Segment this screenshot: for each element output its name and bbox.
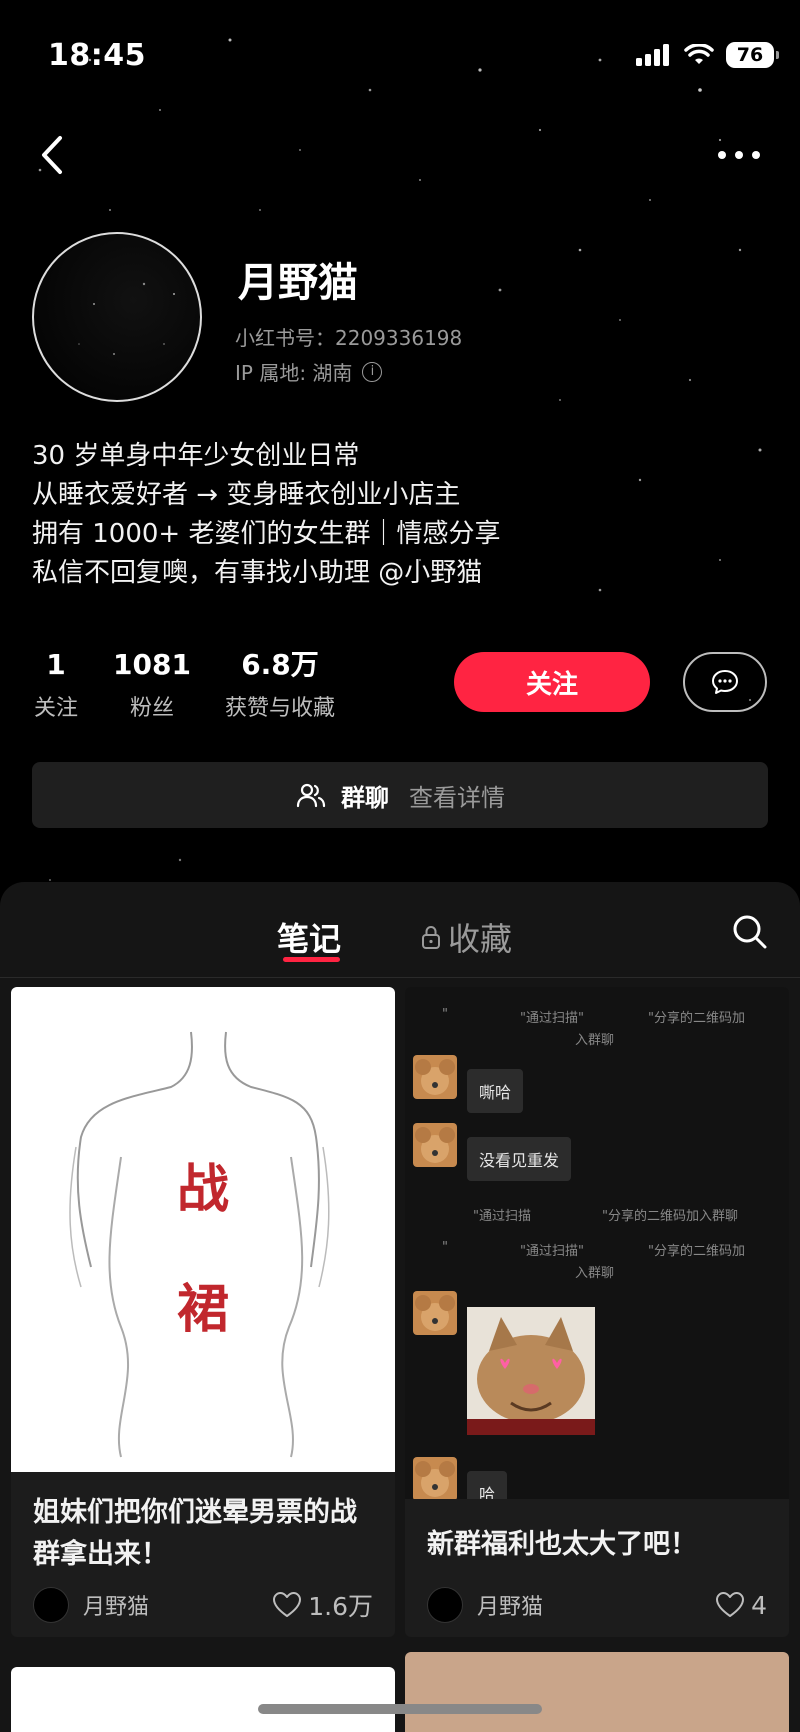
tab-active-indicator — [283, 957, 340, 962]
note-cover-image: " "通过扫描" "分享的二维码加 入群聊 嘶哈 没看见重发 "通过扫描 "分享… — [405, 987, 789, 1499]
status-icons: 76 — [636, 42, 779, 68]
stat-label: 粉丝 — [129, 696, 174, 721]
cat-sticker-image — [467, 1307, 595, 1435]
note-likes[interactable]: 4 — [715, 1591, 767, 1620]
body-sketch-image — [69, 1031, 330, 1458]
bio-line: 拥有 1000+ 老婆们的女生群｜情感分享 — [32, 519, 501, 549]
tab-collections[interactable]: 收藏 — [420, 914, 512, 960]
group-chat-detail-link[interactable]: 查看详情 — [409, 778, 505, 813]
jerry-avatar — [413, 1123, 457, 1167]
bio-line: 30 岁单身中年少女创业日常 — [32, 441, 360, 471]
tabs-divider — [0, 977, 800, 978]
chat-message-row: 嘶哈 — [413, 1055, 524, 1113]
chat-bubble: 没看见重发 — [467, 1137, 572, 1181]
cellular-signal-icon — [636, 44, 669, 66]
profile-name: 月野猫 — [238, 260, 358, 306]
chat-system-text: "分享的二维码加 — [648, 1011, 745, 1026]
note-author[interactable]: 月野猫 — [33, 1587, 149, 1623]
note-card-partial[interactable] — [405, 1652, 789, 1732]
note-title: 姐妹们把你们迷晕男票的战群拿出来！ — [33, 1497, 357, 1570]
bio-line: 私信不回复噢，有事找小助理 @小野猫 — [32, 558, 483, 588]
chat-message-row: 没看见重发 — [413, 1123, 572, 1181]
note-card[interactable]: " "通过扫描" "分享的二维码加 入群聊 嘶哈 没看见重发 "通过扫描 "分享… — [405, 987, 789, 1637]
notes-content-panel: 笔记 收藏 战 裙 姐妹们把你们迷晕男票的战群拿出来！ 月野猫 1.6万 " "… — [0, 882, 800, 1732]
note-meta: 月野猫 1.6万 — [33, 1587, 373, 1623]
stat-label: 获赞与收藏 — [224, 696, 335, 721]
note-likes[interactable]: 1.6万 — [272, 1587, 373, 1623]
chat-system-text: "分享的二维码加 — [648, 1244, 745, 1259]
stat-value: 1 — [46, 648, 66, 681]
chat-bubble: 嘶哈 — [467, 1069, 524, 1113]
search-icon[interactable] — [730, 912, 770, 952]
lock-icon — [422, 926, 440, 949]
red-id[interactable]: 小红书号：2209336198 — [235, 322, 462, 351]
author-name: 月野猫 — [477, 1595, 544, 1620]
more-options-icon[interactable] — [714, 140, 764, 170]
status-time: 18:45 — [48, 38, 146, 73]
stat-value: 6.8万 — [241, 648, 319, 681]
heart-icon — [716, 1592, 745, 1617]
group-users-icon — [296, 783, 326, 808]
chat-message-row: 哈 — [413, 1457, 508, 1499]
author-avatar — [427, 1587, 463, 1623]
cover-word: 裙 — [177, 1279, 230, 1340]
jerry-avatar — [413, 1291, 457, 1335]
battery-indicator: 76 — [726, 42, 779, 68]
note-author[interactable]: 月野猫 — [427, 1587, 543, 1623]
ip-location-text: IP 属地: 湖南 — [235, 361, 353, 385]
chat-bubble: 哈 — [467, 1471, 508, 1499]
heart-icon — [273, 1592, 302, 1617]
ip-location: IP 属地: 湖南 i — [235, 357, 383, 386]
note-card[interactable]: 战 裙 姐妹们把你们迷晕男票的战群拿出来！ 月野猫 1.6万 — [11, 987, 395, 1637]
likes-count: 1.6万 — [308, 1592, 373, 1621]
note-title: 新群福利也太大了吧！ — [427, 1529, 697, 1560]
chat-bubble-icon — [712, 670, 738, 694]
chat-system-text: 入群聊 — [575, 1266, 615, 1281]
avatar-stars-image — [78, 282, 175, 355]
chat-system-text: "通过扫描" — [520, 1011, 584, 1026]
chat-system-text: " — [442, 1007, 448, 1022]
group-chat-bar[interactable]: 群聊 查看详情 — [32, 762, 768, 828]
follow-button[interactable]: 关注 — [454, 652, 650, 712]
stat-value: 1081 — [113, 648, 191, 681]
group-chat-title: 群聊 — [341, 783, 389, 812]
wifi-icon — [684, 44, 714, 64]
note-card-partial[interactable] — [11, 1667, 395, 1732]
back-chevron-icon[interactable] — [34, 130, 74, 180]
chat-system-text: 入群聊 — [575, 1033, 615, 1048]
chat-system-text: " — [442, 1240, 448, 1255]
note-cover-image: 战 裙 — [11, 987, 395, 1472]
stat-label: 关注 — [33, 696, 78, 721]
stat-likes-collects[interactable]: 6.8万 获赞与收藏 — [220, 648, 340, 722]
chat-system-text: "通过扫描 — [473, 1209, 531, 1224]
stat-following[interactable]: 1 关注 — [32, 648, 80, 722]
cover-word: 战 — [177, 1159, 230, 1220]
jerry-avatar — [413, 1055, 457, 1099]
tab-notes[interactable]: 笔记 — [277, 914, 341, 960]
tab-collections-label: 收藏 — [448, 920, 513, 958]
home-indicator — [258, 1704, 542, 1714]
info-icon[interactable]: i — [362, 361, 383, 382]
profile-bio: 30 岁单身中年少女创业日常 从睡衣爱好者 → 变身睡衣创业小店主 拥有 100… — [32, 437, 500, 593]
bio-line: 从睡衣爱好者 → 变身睡衣创业小店主 — [32, 480, 461, 510]
message-button[interactable] — [683, 652, 767, 712]
chat-system-text: "分享的二维码加入群聊 — [602, 1209, 738, 1224]
chat-message-row — [413, 1291, 595, 1435]
stat-followers[interactable]: 1081 粉丝 — [112, 648, 192, 722]
author-name: 月野猫 — [83, 1595, 150, 1620]
profile-avatar[interactable] — [32, 232, 202, 402]
jerry-avatar — [413, 1457, 457, 1499]
note-meta: 月野猫 4 — [427, 1587, 767, 1623]
likes-count: 4 — [751, 1590, 767, 1620]
chat-system-text: "通过扫描" — [520, 1244, 584, 1259]
author-avatar — [33, 1587, 69, 1623]
